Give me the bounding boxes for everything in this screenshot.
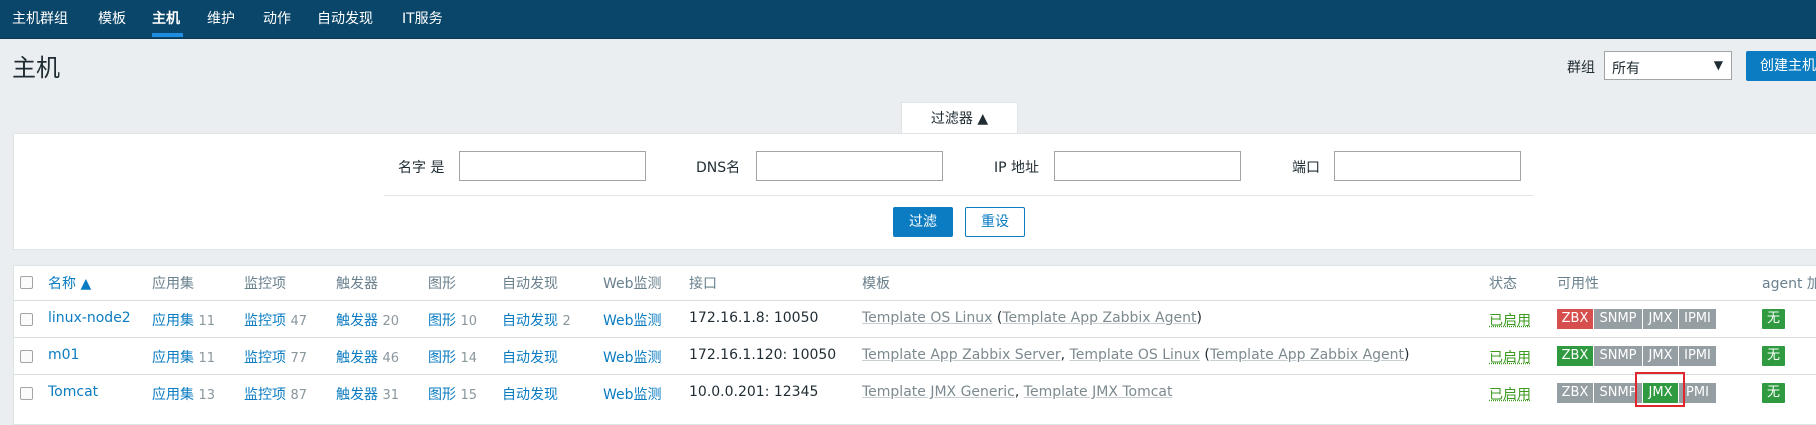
items-link[interactable]: 监控项 47 — [244, 310, 307, 330]
group-label: 群组 — [1567, 60, 1595, 76]
templates-cell: Template App Zabbix Server, Template OS … — [862, 347, 1410, 363]
web-link[interactable]: Web监测 — [603, 310, 662, 330]
jmx-highlight-annotation — [1635, 372, 1685, 407]
filter-dns-label: DNS名 — [696, 160, 741, 176]
filter-dns-input[interactable] — [756, 151, 943, 181]
host-name-link[interactable]: m01 — [48, 347, 79, 363]
table-header-divider — [14, 300, 1816, 301]
templates-cell: Template OS Linux (Template App Zabbix A… — [862, 310, 1202, 326]
nav-active-indicator — [152, 33, 183, 37]
col-header-triggers: 触发器 — [336, 276, 378, 292]
status-toggle[interactable]: 已启用 — [1489, 384, 1531, 404]
availability-zbx-badge: ZBX — [1557, 383, 1593, 403]
nav-it-services[interactable]: IT服务 — [402, 0, 443, 38]
col-header-name[interactable]: 名称 ▲ — [48, 273, 91, 293]
nav-maintenance[interactable]: 维护 — [207, 0, 235, 38]
discovery-link[interactable]: 自动发现 — [502, 384, 558, 404]
nav-discovery[interactable]: 自动发现 — [317, 0, 373, 38]
interface-value: 172.16.1.120: 10050 — [689, 347, 837, 363]
nav-templates[interactable]: 模板 — [98, 0, 126, 38]
row-checkbox[interactable] — [20, 350, 33, 363]
col-header-web: Web监测 — [603, 276, 662, 292]
col-header-templates: 模板 — [862, 276, 890, 292]
availability-jmx-badge: JMX — [1643, 346, 1678, 366]
linked-template-link[interactable]: Template App Zabbix Agent — [1210, 347, 1404, 363]
col-header-apps: 应用集 — [152, 276, 194, 292]
templates-cell: Template JMX Generic, Template JMX Tomca… — [862, 384, 1173, 400]
template-link[interactable]: Template JMX Tomcat — [1024, 384, 1173, 400]
col-header-interface: 接口 — [689, 276, 717, 292]
template-link[interactable]: Template OS Linux — [1070, 347, 1200, 363]
filter-ip-input[interactable] — [1054, 151, 1241, 181]
apps-link[interactable]: 应用集 11 — [152, 347, 215, 367]
filter-ip-label: IP 地址 — [994, 160, 1040, 176]
items-link[interactable]: 监控项 77 — [244, 347, 307, 367]
triggers-link[interactable]: 触发器 46 — [336, 347, 399, 367]
discovery-link[interactable]: 自动发现 — [502, 347, 558, 367]
apps-link[interactable]: 应用集 13 — [152, 384, 215, 404]
availability-zbx-badge: ZBX — [1557, 309, 1593, 329]
agent-encryption-badge: 无 — [1762, 346, 1785, 366]
status-toggle[interactable]: 已启用 — [1489, 347, 1531, 367]
row-checkbox[interactable] — [20, 387, 33, 400]
template-link[interactable]: Template App Zabbix Server — [862, 347, 1061, 363]
host-name-link[interactable]: linux-node2 — [48, 310, 131, 326]
filter-name-label: 名字 是 — [398, 160, 445, 176]
availability-zbx-badge: ZBX — [1557, 346, 1593, 366]
top-navigation: 主机群组 模板 主机 维护 动作 自动发现 IT服务 — [0, 0, 1816, 39]
graphs-link[interactable]: 图形 10 — [428, 310, 477, 330]
availability-snmp-badge: SNMP — [1594, 309, 1642, 329]
agent-encryption-badge: 无 — [1762, 383, 1785, 403]
col-header-items: 监控项 — [244, 276, 286, 292]
availability-snmp-badge: SNMP — [1594, 346, 1642, 366]
filter-reset-button[interactable]: 重设 — [965, 207, 1025, 237]
col-header-availability: 可用性 — [1557, 276, 1599, 292]
availability-ipmi-badge: IPMI — [1679, 346, 1716, 366]
row-divider — [14, 337, 1816, 338]
filter-name-input[interactable] — [459, 151, 646, 181]
nav-host-groups[interactable]: 主机群组 — [12, 0, 68, 38]
availability-jmx-badge: JMX — [1643, 309, 1678, 329]
group-select-value: 所有 — [1612, 61, 1640, 77]
web-link[interactable]: Web监测 — [603, 384, 662, 404]
linked-template-link[interactable]: Template App Zabbix Agent — [1002, 310, 1196, 326]
filter-divider — [384, 195, 1534, 196]
page-title: 主机 — [12, 54, 60, 82]
web-link[interactable]: Web监测 — [603, 347, 662, 367]
filter-apply-button[interactable]: 过滤 — [893, 207, 953, 237]
items-link[interactable]: 监控项 87 — [244, 384, 307, 404]
template-link[interactable]: Template JMX Generic — [862, 384, 1015, 400]
filter-port-input[interactable] — [1334, 151, 1521, 181]
triggers-link[interactable]: 触发器 31 — [336, 384, 399, 404]
graphs-link[interactable]: 图形 14 — [428, 347, 477, 367]
host-name-link[interactable]: Tomcat — [48, 384, 98, 400]
col-header-discovery: 自动发现 — [502, 276, 558, 292]
status-toggle[interactable]: 已启用 — [1489, 310, 1531, 330]
select-all-checkbox[interactable] — [20, 276, 33, 289]
col-header-status: 状态 — [1489, 276, 1517, 292]
row-divider — [14, 374, 1816, 375]
nav-actions[interactable]: 动作 — [263, 0, 291, 38]
triggers-link[interactable]: 触发器 20 — [336, 310, 399, 330]
agent-encryption-badge: 无 — [1762, 309, 1785, 329]
interface-value: 10.0.0.201: 12345 — [689, 384, 819, 400]
graphs-link[interactable]: 图形 15 — [428, 384, 477, 404]
create-host-button[interactable]: 创建主机 — [1746, 51, 1816, 81]
availability-ipmi-badge: IPMI — [1679, 309, 1716, 329]
col-header-graphs: 图形 — [428, 276, 456, 292]
discovery-link[interactable]: 自动发现 2 — [502, 310, 571, 330]
filter-toggle-tab[interactable]: 过滤器 ▲ — [901, 102, 1018, 134]
row-checkbox[interactable] — [20, 313, 33, 326]
col-header-agent-encryption: agent 加 — [1762, 276, 1816, 292]
apps-link[interactable]: 应用集 11 — [152, 310, 215, 330]
interface-value: 172.16.1.8: 10050 — [689, 310, 819, 326]
group-select[interactable]: 所有 ▼ — [1604, 51, 1732, 80]
template-link[interactable]: Template OS Linux — [862, 310, 992, 326]
dropdown-arrow-icon: ▼ — [1713, 58, 1723, 72]
filter-port-label: 端口 — [1292, 160, 1320, 176]
